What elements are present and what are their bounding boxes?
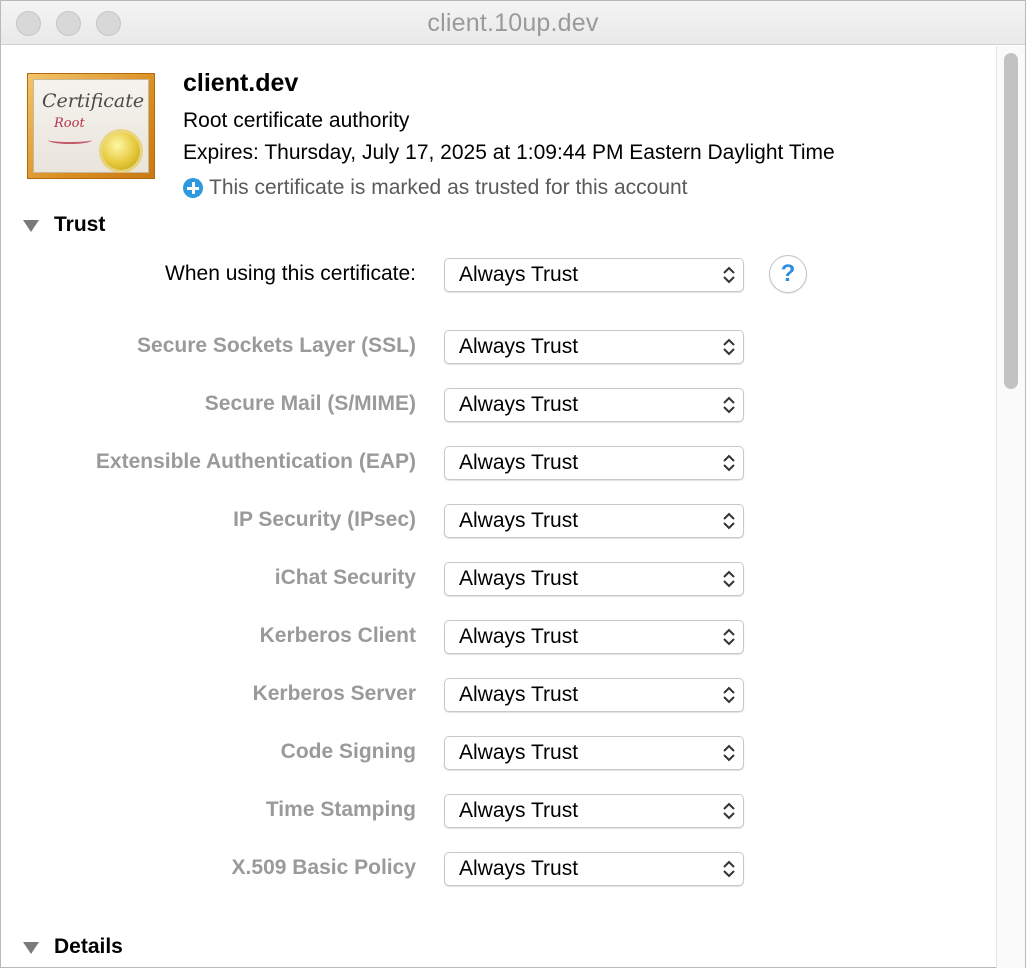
title-bar[interactable]: client.10up.dev bbox=[1, 1, 1025, 45]
scrollbar-thumb[interactable] bbox=[1004, 53, 1018, 389]
certificate-window: client.10up.dev Certificate Root client.… bbox=[0, 0, 1026, 968]
policy-popup-x509[interactable]: Always Trust bbox=[444, 852, 744, 886]
seal-icon bbox=[102, 132, 140, 170]
window-title: client.10up.dev bbox=[427, 9, 599, 37]
updown-arrows-icon bbox=[723, 338, 735, 356]
updown-arrows-icon bbox=[723, 570, 735, 588]
updown-arrows-icon bbox=[723, 860, 735, 878]
details-section-label: Details bbox=[54, 935, 123, 958]
certificate-name: client.dev bbox=[183, 69, 299, 97]
popup-value: Always Trust bbox=[459, 509, 579, 532]
vertical-scrollbar[interactable] bbox=[996, 46, 1025, 968]
updown-arrows-icon bbox=[723, 266, 735, 284]
policy-label-smime: Secure Mail (S/MIME) bbox=[204, 392, 416, 415]
updown-arrows-icon bbox=[723, 454, 735, 472]
plus-icon bbox=[183, 178, 203, 198]
help-button[interactable]: ? bbox=[769, 255, 807, 293]
policy-label-kerberos-client: Kerberos Client bbox=[259, 624, 416, 647]
policy-popup-ipsec[interactable]: Always Trust bbox=[444, 504, 744, 538]
policy-popup-ssl[interactable]: Always Trust bbox=[444, 330, 744, 364]
when-using-label: When using this certificate: bbox=[165, 262, 416, 285]
popup-value: Always Trust bbox=[459, 741, 579, 764]
policy-label-time-stamping: Time Stamping bbox=[265, 798, 416, 821]
popup-value: Always Trust bbox=[459, 857, 579, 880]
trust-status-text: This certificate is marked as trusted fo… bbox=[209, 176, 688, 199]
updown-arrows-icon bbox=[723, 512, 735, 530]
policy-popup-ichat[interactable]: Always Trust bbox=[444, 562, 744, 596]
policy-label-x509: X.509 Basic Policy bbox=[231, 856, 416, 879]
policy-label-code-signing: Code Signing bbox=[280, 740, 416, 763]
updown-arrows-icon bbox=[723, 686, 735, 704]
popup-value: Always Trust bbox=[459, 625, 579, 648]
policy-popup-eap[interactable]: Always Trust bbox=[444, 446, 744, 480]
popup-value: Always Trust bbox=[459, 567, 579, 590]
updown-arrows-icon bbox=[723, 802, 735, 820]
trust-section-toggle[interactable]: Trust bbox=[23, 213, 105, 237]
when-using-popup[interactable]: Always Trust bbox=[444, 258, 744, 292]
updown-arrows-icon bbox=[723, 744, 735, 762]
popup-value: Always Trust bbox=[459, 335, 579, 358]
policy-label-ssl: Secure Sockets Layer (SSL) bbox=[137, 334, 416, 357]
certificate-kind: Root certificate authority bbox=[183, 109, 410, 132]
flourish-icon bbox=[48, 136, 92, 144]
policy-popup-kerberos-client[interactable]: Always Trust bbox=[444, 620, 744, 654]
trust-status: This certificate is marked as trusted fo… bbox=[183, 176, 688, 200]
trust-section-label: Trust bbox=[54, 213, 106, 236]
policy-label-eap: Extensible Authentication (EAP) bbox=[95, 450, 416, 473]
policy-popup-smime[interactable]: Always Trust bbox=[444, 388, 744, 422]
popup-value: Always Trust bbox=[459, 451, 579, 474]
policy-popup-kerberos-server[interactable]: Always Trust bbox=[444, 678, 744, 712]
policy-label-ichat: iChat Security bbox=[274, 566, 416, 589]
details-section-toggle[interactable]: Details bbox=[23, 935, 123, 959]
popup-value: Always Trust bbox=[459, 263, 579, 286]
popup-value: Always Trust bbox=[459, 393, 579, 416]
certificate-content: Certificate Root client.dev Root certifi… bbox=[1, 46, 997, 968]
certificate-icon: Certificate Root bbox=[27, 73, 155, 179]
popup-value: Always Trust bbox=[459, 799, 579, 822]
popup-value: Always Trust bbox=[459, 683, 579, 706]
certificate-expiry: Expires: Thursday, July 17, 2025 at 1:09… bbox=[183, 141, 835, 164]
certificate-icon-title: Certificate bbox=[42, 90, 145, 112]
disclosure-triangle-icon bbox=[23, 942, 39, 954]
policy-label-kerberos-server: Kerberos Server bbox=[252, 682, 416, 705]
updown-arrows-icon bbox=[723, 396, 735, 414]
certificate-icon-subtitle: Root bbox=[54, 116, 85, 131]
policy-popup-code-signing[interactable]: Always Trust bbox=[444, 736, 744, 770]
disclosure-triangle-icon bbox=[23, 220, 39, 232]
updown-arrows-icon bbox=[723, 628, 735, 646]
policy-label-ipsec: IP Security (IPsec) bbox=[233, 508, 416, 531]
policy-popup-time-stamping[interactable]: Always Trust bbox=[444, 794, 744, 828]
